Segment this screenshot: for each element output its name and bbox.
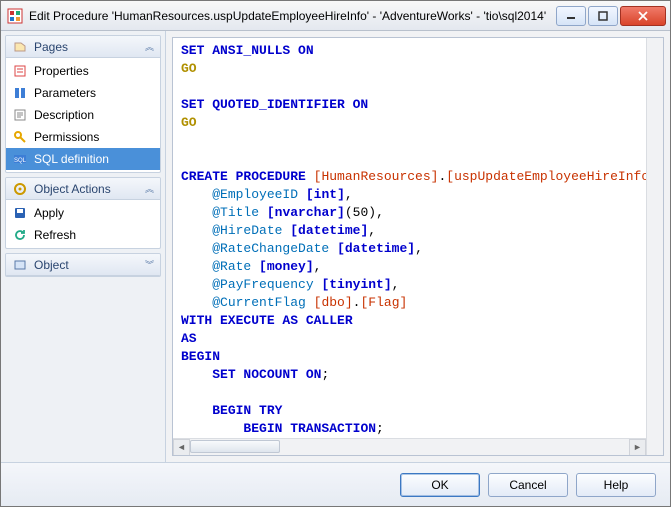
nav-item-label: Description bbox=[34, 108, 94, 122]
minimize-button[interactable] bbox=[556, 6, 586, 26]
side-panel: Pages ︽ PropertiesParametersDescriptionP… bbox=[1, 31, 166, 462]
scroll-thumb[interactable] bbox=[190, 440, 280, 453]
code-editor[interactable]: SET ANSI_NULLS ON GO SET QUOTED_IDENTIFI… bbox=[173, 38, 646, 438]
body: Pages ︽ PropertiesParametersDescriptionP… bbox=[1, 31, 670, 462]
nav-item-sql-definition[interactable]: SQL SQL definition bbox=[6, 148, 160, 170]
nav-item-properties[interactable]: Properties bbox=[6, 60, 160, 82]
app-icon bbox=[7, 8, 23, 24]
properties-icon bbox=[12, 63, 28, 79]
help-button[interactable]: Help bbox=[576, 473, 656, 497]
permissions-icon bbox=[12, 129, 28, 145]
window-controls bbox=[556, 6, 666, 26]
editor-frame: SET ANSI_NULLS ON GO SET QUOTED_IDENTIFI… bbox=[172, 37, 664, 456]
gear-icon bbox=[12, 181, 28, 197]
description-icon bbox=[12, 107, 28, 123]
pages-panel: Pages ︽ PropertiesParametersDescriptionP… bbox=[5, 35, 161, 173]
code-content: SET ANSI_NULLS ON GO SET QUOTED_IDENTIFI… bbox=[173, 38, 646, 438]
close-button[interactable] bbox=[620, 6, 666, 26]
pages-title: Pages bbox=[34, 40, 139, 54]
parameters-icon bbox=[12, 85, 28, 101]
object-header[interactable]: Object ︾ bbox=[6, 254, 160, 276]
save-icon bbox=[12, 205, 28, 221]
nav-item-label: SQL definition bbox=[34, 152, 109, 166]
expand-icon: ︾ bbox=[145, 258, 154, 271]
nav-item-label: Properties bbox=[34, 64, 89, 78]
object-actions-panel: Object Actions ︽ Apply Refresh bbox=[5, 177, 161, 249]
pages-header[interactable]: Pages ︽ bbox=[6, 36, 160, 58]
object-actions-header[interactable]: Object Actions ︽ bbox=[6, 178, 160, 200]
nav-item-permissions[interactable]: Permissions bbox=[6, 126, 160, 148]
nav-item-parameters[interactable]: Parameters bbox=[6, 82, 160, 104]
footer: OK Cancel Help bbox=[1, 462, 670, 506]
object-panel: Object ︾ bbox=[5, 253, 161, 277]
scroll-left-icon[interactable]: ◄ bbox=[173, 439, 190, 456]
vertical-scrollbar[interactable] bbox=[646, 38, 663, 455]
collapse-icon: ︽ bbox=[145, 182, 154, 195]
action-refresh[interactable]: Refresh bbox=[6, 224, 160, 246]
nav-item-label: Parameters bbox=[34, 86, 96, 100]
main-panel: SET ANSI_NULLS ON GO SET QUOTED_IDENTIFI… bbox=[166, 31, 670, 462]
pages-icon bbox=[12, 39, 28, 55]
nav-item-label: Permissions bbox=[34, 130, 99, 144]
svg-text:SQL: SQL bbox=[14, 158, 27, 164]
action-apply[interactable]: Apply bbox=[6, 202, 160, 224]
pages-list: Properties Parameters Description Permissio… bbox=[6, 58, 160, 172]
object-actions-title: Object Actions bbox=[34, 182, 139, 196]
cancel-button[interactable]: Cancel bbox=[488, 473, 568, 497]
ok-button[interactable]: OK bbox=[400, 473, 480, 497]
object-icon bbox=[12, 257, 28, 273]
sql-icon: SQL bbox=[12, 151, 28, 167]
object-title: Object bbox=[34, 258, 139, 272]
actions-list: Apply Refresh bbox=[6, 200, 160, 248]
nav-item-description[interactable]: Description bbox=[6, 104, 160, 126]
refresh-icon bbox=[12, 227, 28, 243]
window-title: Edit Procedure 'HumanResources.uspUpdate… bbox=[29, 9, 550, 23]
window: Edit Procedure 'HumanResources.uspUpdate… bbox=[0, 0, 671, 507]
titlebar: Edit Procedure 'HumanResources.uspUpdate… bbox=[1, 1, 670, 31]
scroll-track[interactable] bbox=[190, 439, 629, 456]
maximize-button[interactable] bbox=[588, 6, 618, 26]
scroll-right-icon[interactable]: ► bbox=[629, 439, 646, 456]
action-label: Refresh bbox=[34, 228, 76, 242]
collapse-icon: ︽ bbox=[145, 40, 154, 53]
action-label: Apply bbox=[34, 206, 64, 220]
horizontal-scrollbar[interactable]: ◄ ► bbox=[173, 438, 646, 455]
